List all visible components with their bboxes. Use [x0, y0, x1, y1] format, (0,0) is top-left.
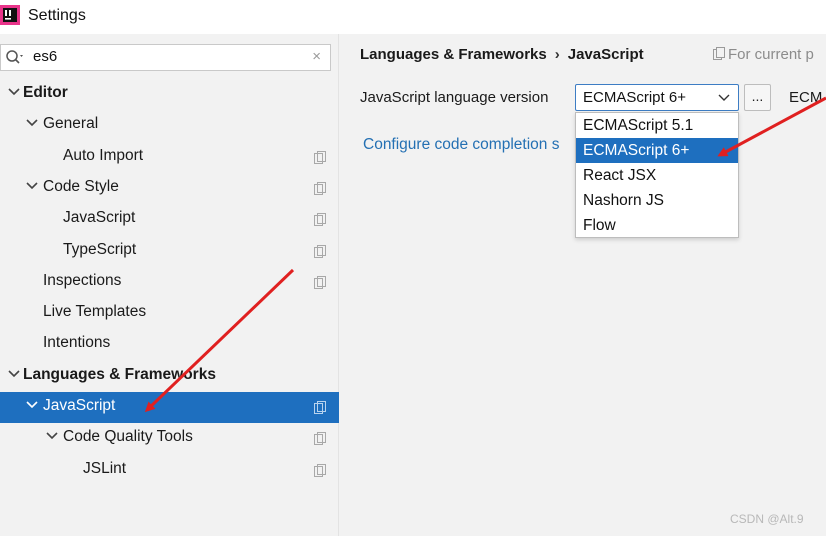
tree-item-label: Inspections: [43, 271, 122, 289]
chevron-down-icon[interactable]: [45, 429, 59, 443]
tree-item-label: Editor: [23, 84, 68, 101]
copy-settings-icon: [314, 244, 326, 258]
breadcrumb-separator: ›: [554, 46, 560, 63]
tree-item[interactable]: Code Style: [0, 173, 339, 204]
tree-item[interactable]: General: [0, 110, 339, 141]
breadcrumb: Languages & Frameworks › JavaScript: [360, 46, 644, 63]
copy-settings-icon: [314, 401, 326, 414]
tree-item[interactable]: Intentions: [0, 329, 339, 360]
tree-item[interactable]: JSLint: [0, 455, 339, 486]
tree-item-label: JavaScript: [43, 397, 116, 414]
tree-item[interactable]: Auto Import: [0, 142, 339, 173]
tree-item-label: General: [43, 115, 99, 133]
configure-completion-link[interactable]: Configure code completion s: [363, 136, 559, 154]
language-version-select[interactable]: ECMAScript 6+: [575, 84, 739, 111]
language-version-label: JavaScript language version: [360, 89, 549, 106]
watermark: CSDN @Alt.9: [730, 512, 804, 526]
tree-item[interactable]: Editor: [0, 79, 339, 110]
language-version-dropdown: ECMAScript 5.1 ECMAScript 6+ React JSX Nash…: [575, 112, 739, 238]
search-input[interactable]: [33, 48, 293, 65]
copy-settings-icon: [314, 150, 326, 164]
tree-item-label: Code Style: [43, 177, 119, 195]
chevron-down-icon[interactable]: [7, 367, 21, 381]
chevron-down-icon[interactable]: [25, 179, 39, 193]
language-version-value: ECMAScript 6+: [583, 89, 686, 106]
tree-item-label: JSLint: [83, 459, 127, 477]
tree-item[interactable]: JavaScript: [0, 392, 339, 423]
tree-item[interactable]: Languages & Frameworks: [0, 361, 339, 392]
language-version-more-button[interactable]: ...: [744, 84, 771, 111]
copy-settings-icon: [314, 432, 326, 446]
dropdown-option[interactable]: ECMAScript 6+: [576, 138, 738, 163]
tree-item-label: Live Templates: [43, 303, 147, 321]
tree-item-label: TypeScript: [63, 240, 137, 258]
tree-item[interactable]: Inspections: [0, 267, 339, 298]
dropdown-option[interactable]: React JSX: [576, 163, 738, 188]
window-title: Settings: [28, 7, 86, 24]
tree-item-label: Languages & Frameworks: [23, 365, 216, 383]
breadcrumb-parent: Languages & Frameworks: [360, 46, 547, 63]
scope-hint-text: For current p: [728, 46, 814, 63]
tree-item-label: Auto Import: [63, 146, 144, 164]
tree-item[interactable]: JavaScript: [0, 204, 339, 235]
chevron-down-icon[interactable]: [718, 94, 730, 102]
tree-item-label: Code Quality Tools: [63, 428, 193, 446]
title-bar: Settings: [0, 0, 826, 34]
clear-icon[interactable]: ×: [312, 48, 321, 65]
tree-item[interactable]: Live Templates: [0, 298, 339, 329]
search-icon[interactable]: [5, 49, 27, 67]
app-logo-icon: [0, 5, 20, 25]
dropdown-option[interactable]: Nashorn JS: [576, 188, 738, 213]
scope-hint: For current p: [713, 46, 814, 63]
copy-settings-icon: [314, 275, 326, 289]
tree-item-label: Intentions: [43, 334, 111, 352]
copy-settings-icon: [314, 213, 326, 227]
copy-settings-icon: [314, 181, 326, 195]
settings-content: Languages & Frameworks › JavaScript For cu…: [340, 34, 826, 536]
language-version-trailing-text: ECM: [789, 89, 823, 106]
copy-settings-icon: [314, 463, 326, 477]
dropdown-option[interactable]: ECMAScript 5.1: [576, 113, 738, 138]
chevron-down-icon[interactable]: [25, 398, 39, 412]
chevron-down-icon[interactable]: [7, 85, 21, 99]
tree-item[interactable]: TypeScript: [0, 236, 339, 267]
tree-item[interactable]: Code Quality Tools: [0, 423, 339, 454]
settings-sidebar: × Editor General Auto Import Code Style Java…: [0, 34, 339, 536]
tree-item-label: JavaScript: [63, 209, 136, 227]
dropdown-option[interactable]: Flow: [576, 213, 738, 238]
breadcrumb-current: JavaScript: [567, 46, 644, 63]
settings-search-box[interactable]: ×: [0, 44, 331, 71]
chevron-down-icon[interactable]: [25, 116, 39, 130]
page-icon: [713, 47, 725, 60]
